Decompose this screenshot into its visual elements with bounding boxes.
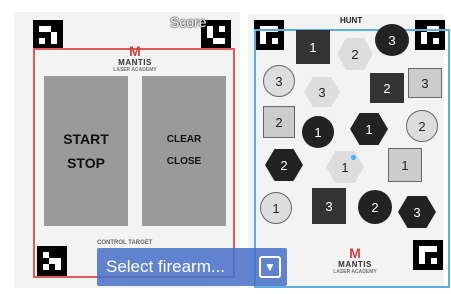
hunt-target-value: 2: [351, 46, 359, 62]
hunt-target: 1: [260, 192, 292, 224]
hunt-target: 2: [263, 106, 295, 138]
hunt-target-value: 3: [325, 198, 333, 214]
hunt-target-value: 2: [383, 80, 391, 96]
hunt-target-value: 3: [275, 73, 283, 89]
hunt-target-value: 1: [401, 157, 409, 173]
hunt-target-value: 2: [418, 118, 426, 134]
firearm-selector[interactable]: Select firearm... ▼: [97, 248, 287, 286]
score-label: Score: [170, 14, 207, 30]
aruco-marker-icon: [33, 20, 63, 50]
hunt-target: 3: [312, 188, 346, 224]
hunt-target-value: 1: [272, 200, 280, 216]
hunt-target: 3: [375, 24, 409, 56]
hunt-target-value: 2: [280, 157, 288, 173]
mantis-logo-icon: M: [129, 43, 141, 59]
hunt-target: 2: [406, 110, 438, 142]
control-target-label: CONTROL TARGET: [97, 240, 153, 246]
hunt-target-value: 1: [314, 124, 322, 140]
firearm-selector-label: Select firearm...: [106, 257, 226, 276]
hunt-target: 1: [296, 30, 330, 64]
hunt-target-value: 1: [365, 121, 373, 137]
hunt-target-value: 2: [371, 199, 379, 215]
hunt-target-value: 1: [341, 159, 349, 175]
hunt-target-value: 3: [421, 75, 429, 91]
hunt-target-value: 2: [275, 114, 283, 130]
control-logo: M MANTIS LASER ACADEMY: [95, 44, 175, 73]
mantis-logo-icon: M: [349, 245, 361, 261]
hunt-target: 3: [408, 68, 442, 98]
hunt-title: HUNT: [340, 16, 363, 25]
hunt-logo: M MANTIS LASER ACADEMY: [320, 246, 390, 275]
chevron-down-icon[interactable]: ▼: [259, 256, 281, 278]
hunt-target-value: 1: [309, 39, 317, 55]
hunt-target: 3: [263, 65, 295, 97]
hunt-target: 2: [370, 73, 404, 103]
hunt-target: 2: [358, 190, 392, 224]
hunt-target: 1: [388, 148, 422, 182]
hunt-target-value: 3: [318, 84, 326, 100]
hunt-target-value: 3: [413, 204, 421, 220]
start-stop-button[interactable]: START STOP: [44, 76, 128, 226]
hunt-target-value: 3: [388, 32, 396, 48]
hunt-target: 1: [302, 116, 334, 148]
laser-hit-icon: [351, 155, 356, 160]
clear-close-button[interactable]: CLEAR CLOSE: [142, 76, 226, 226]
